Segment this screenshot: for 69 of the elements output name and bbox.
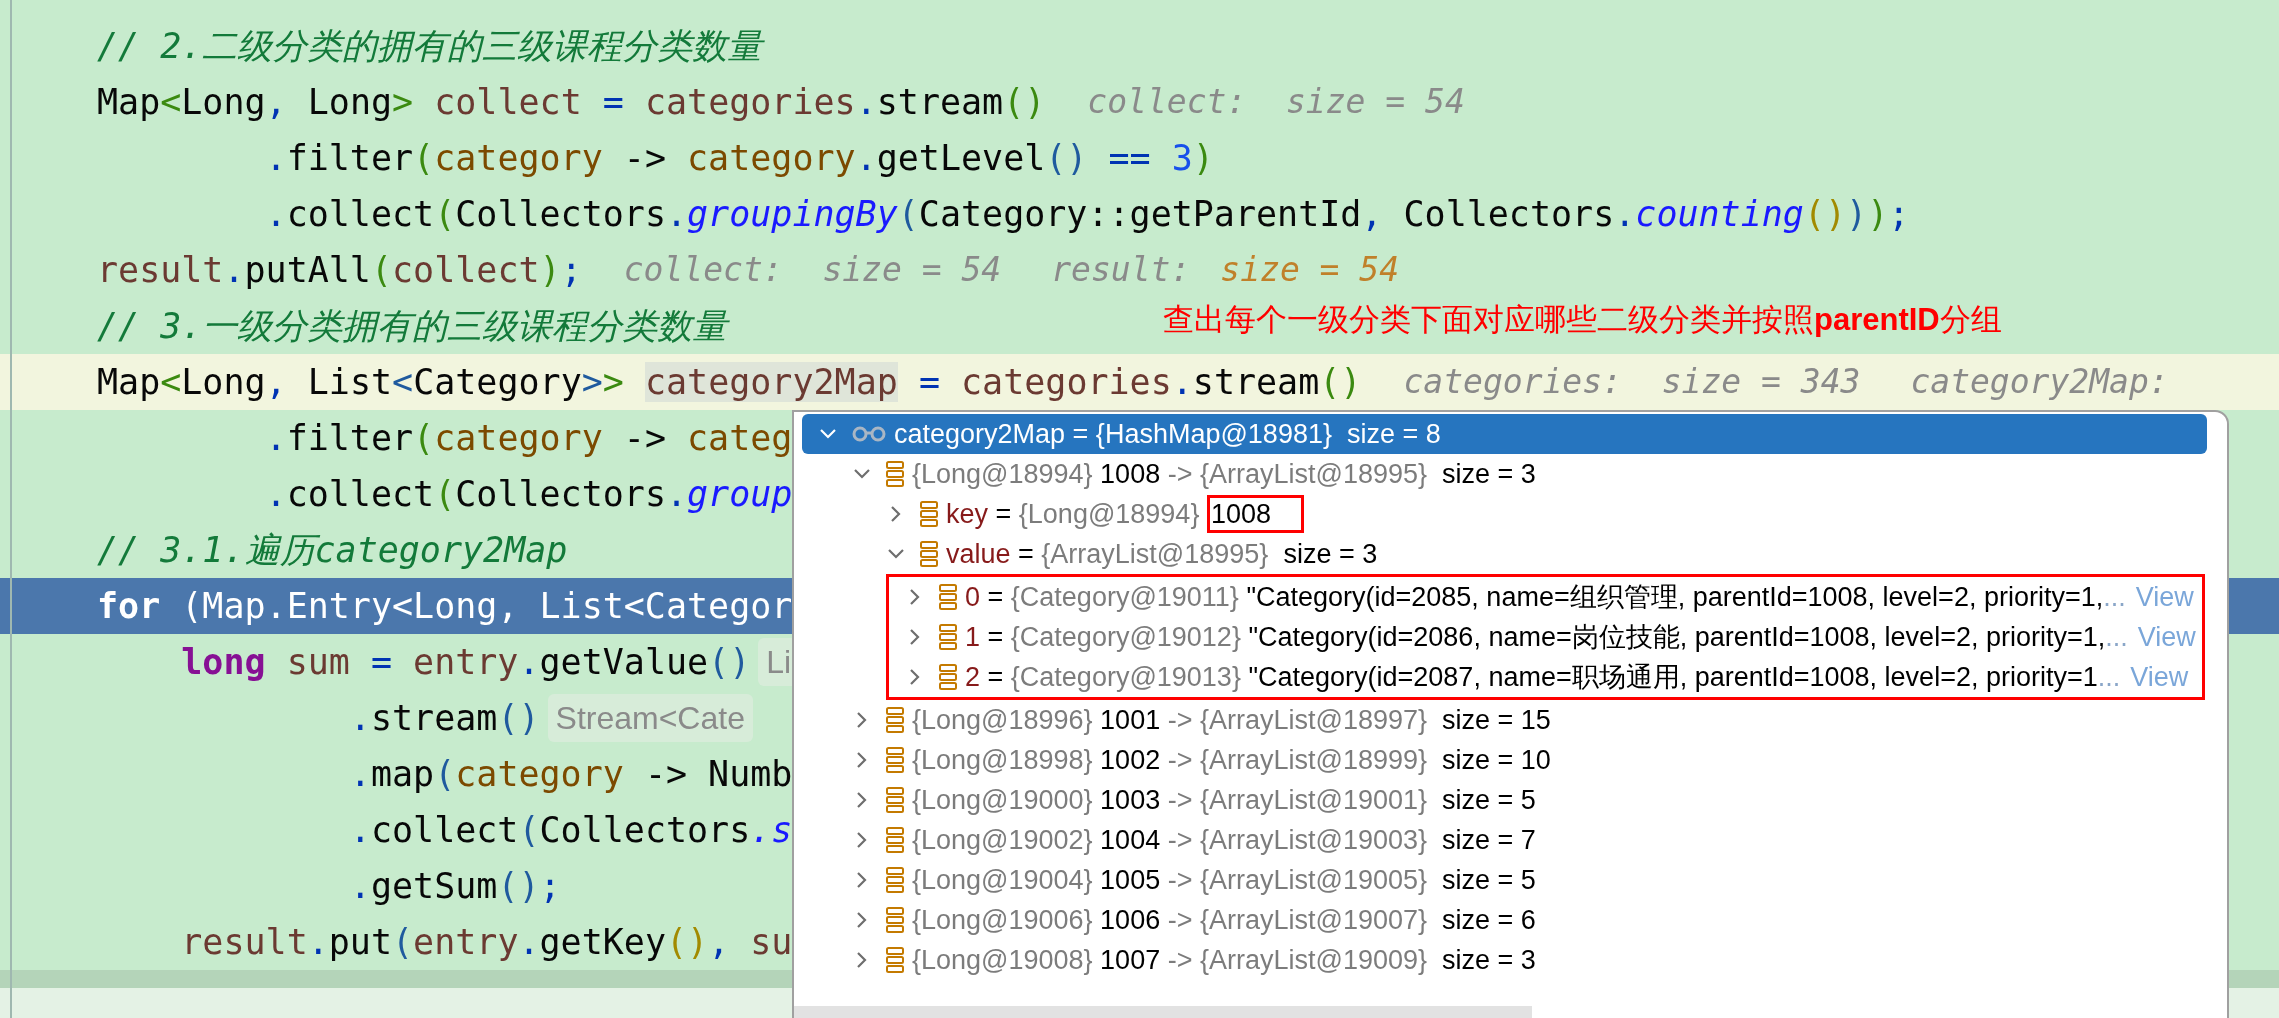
- tree-row[interactable]: key = {Long@18994} 1008: [802, 494, 2207, 534]
- code-line: .filter(category -> category.getLevel() == 3): [264, 136, 1214, 180]
- inline-value-hint: collect: size = 54: [623, 249, 1002, 292]
- stacked-bars-icon: [886, 787, 904, 813]
- tree-row[interactable]: {Long@19000} 1003 -> {ArrayList@19001} size = 5: [802, 780, 2207, 820]
- code-comment: // 3.一级分类拥有的三级课程分类数量: [97, 304, 728, 348]
- code-line: for (Map.Entry<Long, List<Categor: [97, 584, 793, 628]
- inline-value-hint: result:: [1051, 249, 1191, 292]
- variable-value-text: {Long@18998} 1002 -> {ArrayList@18999} size = 10: [912, 743, 1551, 777]
- stacked-bars-icon: [886, 827, 904, 853]
- variable-value-text: {Long@18994} 1008 -> {ArrayList@18995} size = 3: [912, 457, 1536, 491]
- variable-value-text: {Long@18996} 1001 -> {ArrayList@18997} size = 15: [912, 703, 1551, 737]
- variable-value-text: {Long@19002} 1004 -> {ArrayList@19003} size = 7: [912, 823, 1536, 857]
- tree-row[interactable]: value = {ArrayList@18995} size = 3: [802, 534, 2207, 574]
- code-line: Map<Long, Long> collect = categories.stream(): [97, 80, 1046, 124]
- tree-row[interactable]: 2 = {Category@19013} "Category(id=2087, name=职场通用, parentId=1008, level=2, priority=1... View: [889, 657, 2196, 697]
- variable-value-text: {Long@19000} 1003 -> {ArrayList@19001} size = 5: [912, 783, 1536, 817]
- code-line: result.putAll(collect);: [97, 248, 582, 292]
- variable-value-text: 2 = {Category@19013} "Category(id=2087, name=职场通用, parentId=1008, level=2, priority=1...: [965, 660, 2121, 694]
- tree-row[interactable]: {Long@18998} 1002 -> {ArrayList@18999} size = 10: [802, 740, 2207, 780]
- tree-row[interactable]: {Long@19004} 1005 -> {ArrayList@19005} size = 5: [802, 860, 2207, 900]
- stacked-bars-icon: [886, 747, 904, 773]
- tree-row[interactable]: 1 = {Category@19012} "Category(id=2086, name=岗位技能, parentId=1008, level=2, priority=1,... View: [889, 617, 2196, 657]
- tree-row[interactable]: {Long@18996} 1001 -> {ArrayList@18997} size = 15: [802, 700, 2207, 740]
- tree-row[interactable]: 0 = {Category@19011} "Category(id=2085, name=组织管理, parentId=1008, level=2, priority=1,... View: [889, 577, 2196, 617]
- glasses-icon: [852, 426, 886, 442]
- code-line: .filter(category -> categ: [264, 416, 793, 460]
- code-line: .collect(Collectors.group: [264, 472, 793, 516]
- stacked-bars-icon: [939, 624, 957, 650]
- stacked-bars-icon: [920, 541, 938, 567]
- code-line: .map(category -> Numb: [348, 752, 793, 796]
- annotation-text: 查出每个一级分类下面对应哪些二级分类并按照parentID分组: [1163, 301, 2002, 339]
- code-comment: // 3.1.遍历category2Map: [97, 528, 568, 572]
- stacked-bars-icon: [886, 707, 904, 733]
- horizontal-scrollbar[interactable]: [794, 1006, 1532, 1018]
- inline-value-hint: size = 54: [1220, 249, 1400, 292]
- code-line: .getSum();: [348, 864, 561, 908]
- code-line: .collect(Collectors.groupingBy(Category::getParentId, Collectors.counting()));: [264, 192, 1910, 236]
- code-line: .collect(Collectors.s: [348, 808, 793, 852]
- variable-value-text: 0 = {Category@19011} "Category(id=2085, name=组织管理, parentId=1008, level=2, priority=1,...: [965, 580, 2126, 614]
- inline-value-hint: categories: size = 343: [1403, 361, 1861, 404]
- selected-tree-row[interactable]: category2Map = {HashMap@18981} size = 8: [802, 414, 2207, 454]
- code-line: .stream(): [348, 696, 540, 740]
- stacked-bars-icon: [939, 584, 957, 610]
- highlighted-value: 1008: [1206, 495, 1304, 533]
- stacked-bars-icon: [886, 907, 904, 933]
- code-comment: // 2.二级分类的拥有的三级课程分类数量: [97, 24, 763, 68]
- code-line: result.put(entry.getKey(), su: [180, 920, 793, 964]
- stacked-bars-icon: [939, 664, 957, 690]
- tree-row[interactable]: {Long@19002} 1004 -> {ArrayList@19003} size = 7: [802, 820, 2207, 860]
- variable-value-text: 1 = {Category@19012} "Category(id=2086, name=岗位技能, parentId=1008, level=2, priority=1,...: [965, 620, 2128, 654]
- inline-value-hint: category2Map:: [1910, 361, 2169, 404]
- stacked-bars-icon: [886, 867, 904, 893]
- type-hint: Stream<Cate: [547, 694, 753, 742]
- variable-value-text: category2Map = {HashMap@18981} size = 8: [894, 417, 1441, 451]
- tree-row[interactable]: {Long@18994} 1008 -> {ArrayList@18995} size = 3: [802, 454, 2207, 494]
- tree-row[interactable]: {Long@19008} 1007 -> {ArrayList@19009} size = 3: [802, 940, 2207, 980]
- variable-value-text: {Long@19008} 1007 -> {ArrayList@19009} size = 3: [912, 943, 1536, 977]
- stacked-bars-icon: [920, 501, 938, 527]
- stacked-bars-icon: [886, 461, 904, 487]
- tree-row[interactable]: {Long@19006} 1006 -> {ArrayList@19007} size = 6: [802, 900, 2207, 940]
- code-line: Map<Long, List<Category>> category2Map = categories.stream(): [97, 360, 1362, 404]
- variable-value-text: {Long@19004} 1005 -> {ArrayList@19005} size = 5: [912, 863, 1536, 897]
- variable-value-text: {Long@19006} 1006 -> {ArrayList@19007} size = 6: [912, 903, 1536, 937]
- code-line: long sum = entry.getValue(): [180, 640, 751, 684]
- variable-value-text: key = {Long@18994}: [946, 497, 1201, 531]
- inline-value-hint: collect: size = 54: [1087, 81, 1465, 124]
- variable-value-text: value = {ArrayList@18995} size = 3: [946, 537, 1378, 571]
- stacked-bars-icon: [886, 947, 904, 973]
